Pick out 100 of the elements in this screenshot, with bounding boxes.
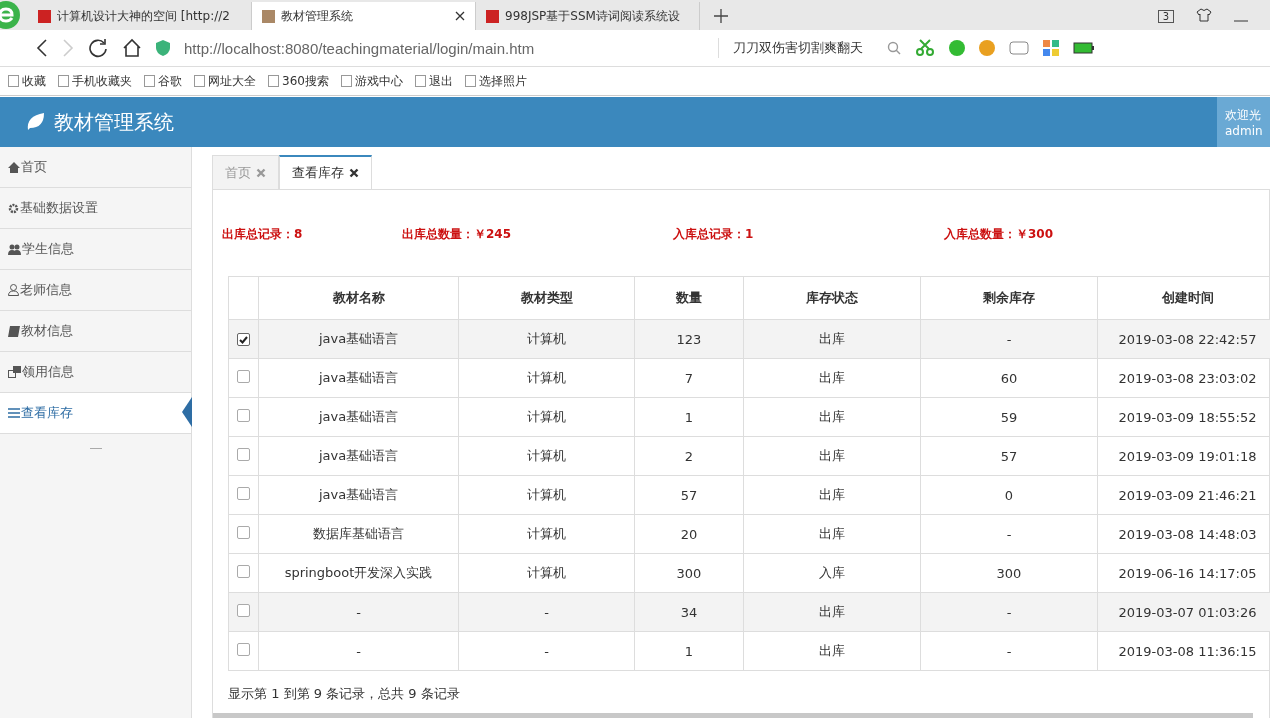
app-title: 教材管理系统 [54, 108, 174, 136]
table-cell: 123 [634, 319, 744, 359]
table-cell: 1 [634, 631, 744, 671]
search-icon[interactable] [887, 41, 901, 55]
table-cell: - [458, 592, 635, 632]
row-checkbox[interactable] [237, 487, 250, 500]
table-cell: 出库 [743, 475, 921, 515]
row-checkbox[interactable] [237, 409, 250, 422]
table-cell: 出库 [743, 397, 921, 437]
row-checkbox[interactable] [237, 604, 250, 617]
shirt-icon[interactable] [1196, 8, 1212, 22]
table-cell: 出库 [743, 592, 921, 632]
table-cell: 计算机 [458, 358, 635, 398]
table-cell: java基础语言 [258, 397, 459, 437]
row-checkbox[interactable] [237, 565, 250, 578]
column-header: 教材类型 [458, 276, 635, 320]
search-field[interactable]: 刀刀双伤害切割爽翻天 [733, 39, 873, 57]
home-icon [8, 161, 20, 173]
browser-tab[interactable]: 998JSP基于SSM诗词阅读系统设 [476, 2, 700, 30]
summary-text: 出库总数量：￥245 [402, 225, 513, 243]
table-cell: 计算机 [458, 397, 635, 437]
table-cell: 2019-03-08 22:42:57 [1097, 319, 1270, 359]
table-cell: 2 [634, 436, 744, 476]
pagination-info: 显示第 1 到第 9 条记录，总共 9 条记录 [228, 685, 461, 703]
browser-tab[interactable]: 教材管理系统 [252, 2, 476, 30]
apps-icon[interactable] [1043, 40, 1059, 56]
active-pointer-icon [182, 397, 192, 427]
table-cell: 300 [920, 553, 1098, 593]
user-icon [8, 284, 19, 296]
table-cell: 计算机 [458, 436, 635, 476]
table-cell: - [458, 631, 635, 671]
sidebar-item[interactable]: 首页 [0, 147, 191, 188]
column-header: 教材名称 [258, 276, 459, 320]
shield-icon [156, 40, 170, 56]
table-cell: 34 [634, 592, 744, 632]
table-cell: 300 [634, 553, 744, 593]
sidebar-item[interactable]: 老师信息 [0, 270, 191, 311]
table-cell: - [920, 319, 1098, 359]
row-checkbox[interactable] [237, 643, 250, 656]
battery-icon [1073, 42, 1095, 54]
table-cell: 出库 [743, 514, 921, 554]
address-field[interactable]: http://localhost:8080/teachingmaterial/login/main.htm [184, 39, 704, 57]
sidebar-item[interactable]: 学生信息 [0, 229, 191, 270]
bookmark-link[interactable]: 选择照片 [464, 72, 527, 90]
table-cell: 7 [634, 358, 744, 398]
table-cell: springboot开发深入实践 [258, 553, 459, 593]
row-checkbox[interactable] [237, 370, 250, 383]
table-cell: java基础语言 [258, 436, 459, 476]
bookmark-link[interactable]: 网址大全 [194, 72, 256, 90]
bookmark-link[interactable]: 收藏 [8, 72, 46, 90]
summary-text: 入库总数量：￥300 [944, 225, 1055, 243]
list-icon [8, 408, 20, 418]
close-icon[interactable] [349, 168, 359, 178]
reload-icon[interactable] [88, 38, 108, 58]
table-cell: 计算机 [458, 514, 635, 554]
table-cell: 数据库基础语言 [258, 514, 459, 554]
close-icon[interactable] [455, 11, 465, 21]
windows-icon [8, 366, 21, 378]
row-checkbox[interactable] [237, 526, 250, 539]
table-cell: 1 [634, 397, 744, 437]
table-cell: 计算机 [458, 475, 635, 515]
table-cell: java基础语言 [258, 358, 459, 398]
new-tab-icon[interactable] [714, 9, 728, 23]
table-cell: 57 [920, 436, 1098, 476]
sidebar-item[interactable]: 教材信息 [0, 311, 191, 352]
scissors-icon[interactable] [915, 39, 935, 57]
home-icon[interactable] [122, 38, 142, 58]
table-cell: 计算机 [458, 319, 635, 359]
forward-icon[interactable] [62, 39, 74, 57]
row-checkbox[interactable] [237, 333, 250, 346]
table-cell: - [258, 631, 459, 671]
table-cell: 出库 [743, 631, 921, 671]
table-cell: - [258, 592, 459, 632]
bookmark-link[interactable]: 退出 [414, 72, 453, 90]
gear-icon [8, 202, 19, 214]
table-cell: 出库 [743, 436, 921, 476]
column-header: 库存状态 [743, 276, 921, 320]
table-cell: - [920, 514, 1098, 554]
sidebar-item[interactable]: 基础数据设置 [0, 188, 191, 229]
bookmark-link[interactable]: 游戏中心 [340, 72, 403, 90]
tab-count[interactable]: 3 [1157, 10, 1174, 23]
back-icon[interactable] [36, 39, 48, 57]
book-icon [8, 325, 20, 337]
row-checkbox[interactable] [237, 448, 250, 461]
summary-text: 出库总记录：8 [222, 225, 304, 243]
table-cell: 57 [634, 475, 744, 515]
users-icon [8, 243, 21, 255]
user-name: admin [1225, 123, 1264, 138]
column-header: 创建时间 [1097, 276, 1270, 320]
content-tab[interactable]: 查看库存 [279, 155, 372, 189]
column-header: 数量 [634, 276, 744, 320]
table-cell: 2019-03-07 01:03:26 [1097, 592, 1270, 632]
table-cell: 入库 [743, 553, 921, 593]
bookmark-link[interactable]: 360搜索 [268, 72, 329, 90]
table-cell: - [920, 631, 1098, 671]
leaf-icon [26, 112, 46, 132]
bookmark-link[interactable]: 手机收藏夹 [58, 72, 132, 90]
sidebar-item[interactable]: 查看库存 [0, 393, 191, 434]
bookmark-link[interactable]: 谷歌 [144, 72, 182, 90]
table-cell: 20 [634, 514, 744, 554]
